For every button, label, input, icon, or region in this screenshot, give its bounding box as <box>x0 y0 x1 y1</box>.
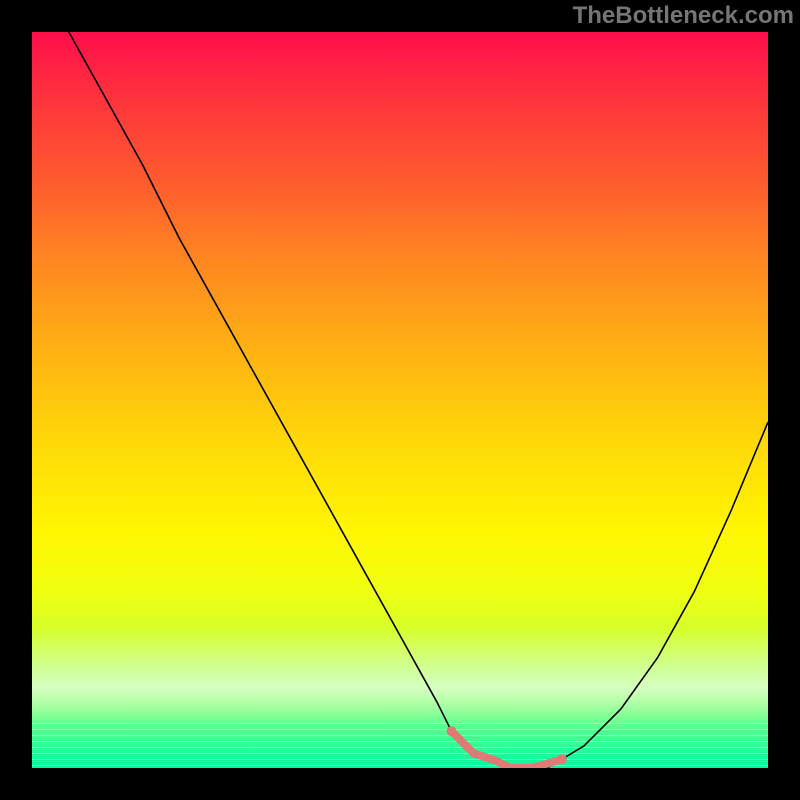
accent-flat <box>474 753 533 768</box>
accent-dot-left <box>447 726 457 736</box>
bottleneck-curve <box>32 32 768 768</box>
plot-area <box>32 32 768 768</box>
watermark-text: TheBottleneck.com <box>573 2 794 30</box>
chart-frame: TheBottleneck.com <box>0 0 800 800</box>
curve-path <box>69 32 768 768</box>
accent-dot-right <box>557 754 567 764</box>
